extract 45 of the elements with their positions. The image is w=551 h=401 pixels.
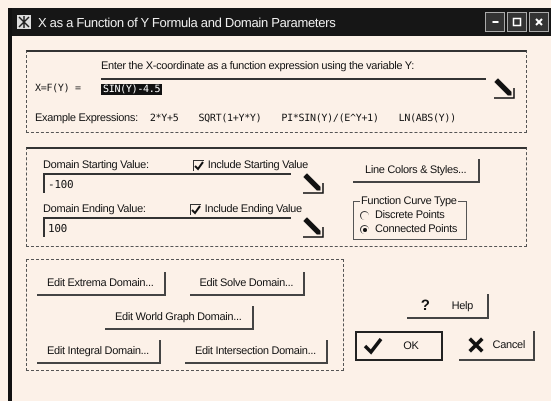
checkmark-icon bbox=[363, 336, 384, 356]
checkbox[interactable] bbox=[192, 160, 204, 170]
pen-icon[interactable] bbox=[301, 171, 325, 195]
examples-label: Example Expressions: bbox=[35, 112, 138, 124]
close-icon bbox=[534, 17, 544, 27]
domain-label: Domain Starting Value: bbox=[43, 159, 149, 171]
pen-icon[interactable] bbox=[492, 76, 516, 100]
checkmark-icon bbox=[190, 204, 201, 214]
radio-label: Discrete Points bbox=[375, 209, 444, 221]
domain-label: Domain Ending Value: bbox=[43, 203, 146, 215]
edit-domain-button[interactable]: Edit Solve Domain... bbox=[190, 272, 306, 296]
edit-domain-button[interactable]: Edit Extrema Domain... bbox=[37, 272, 166, 296]
ok-button[interactable]: OK bbox=[355, 331, 443, 361]
domain-input-field[interactable]: -100 bbox=[43, 173, 291, 193]
radio-label: Connected Points bbox=[375, 223, 458, 235]
edit-domain-button[interactable]: Edit Integral Domain... bbox=[37, 340, 161, 364]
checkbox-label: Include Starting Value bbox=[208, 159, 308, 171]
pen-icon[interactable] bbox=[301, 215, 325, 239]
formula-input-field[interactable]: SIN(Y)-4.5 bbox=[101, 78, 486, 98]
edit-domain-button[interactable]: Edit World Graph Domain... bbox=[105, 306, 254, 330]
example-expression: LN(ABS(Y)) bbox=[398, 112, 456, 124]
example-expression: 2*Y+5 bbox=[150, 112, 178, 124]
formula-prompt: Enter the X-coordinate as a function expression using the variable Y: bbox=[101, 60, 415, 72]
close-button[interactable] bbox=[529, 12, 549, 32]
checkbox-label: Include Ending Value bbox=[204, 203, 302, 215]
checkmark-icon bbox=[194, 160, 204, 170]
radio-button[interactable] bbox=[360, 210, 369, 220]
minimize-button[interactable] bbox=[485, 12, 505, 32]
edit-domain-button[interactable]: Edit Intersection Domain... bbox=[184, 340, 328, 364]
radio-button[interactable] bbox=[360, 224, 369, 234]
minimize-icon bbox=[492, 21, 498, 23]
group-title: Function Curve Type bbox=[360, 195, 458, 207]
line-styles-button[interactable]: Line Colors & Styles... bbox=[353, 159, 480, 183]
window-title: X as a Function of Y Formula and Domain Parameters bbox=[38, 14, 336, 30]
x-icon bbox=[466, 336, 485, 354]
example-expression: SQRT(1+Y*Y) bbox=[198, 112, 262, 124]
example-expression: PI*SIN(Y)/(E^Y+1) bbox=[281, 112, 379, 124]
formula-label: X=F(Y) = bbox=[35, 82, 82, 94]
maximize-icon bbox=[512, 17, 522, 27]
cancel-button[interactable]: Cancel bbox=[458, 331, 535, 361]
app-icon bbox=[16, 14, 32, 30]
help-button[interactable]: ? Help bbox=[406, 294, 489, 319]
checkbox[interactable] bbox=[190, 204, 201, 214]
maximize-button[interactable] bbox=[507, 12, 527, 32]
domain-input-field[interactable]: 100 bbox=[43, 217, 291, 237]
